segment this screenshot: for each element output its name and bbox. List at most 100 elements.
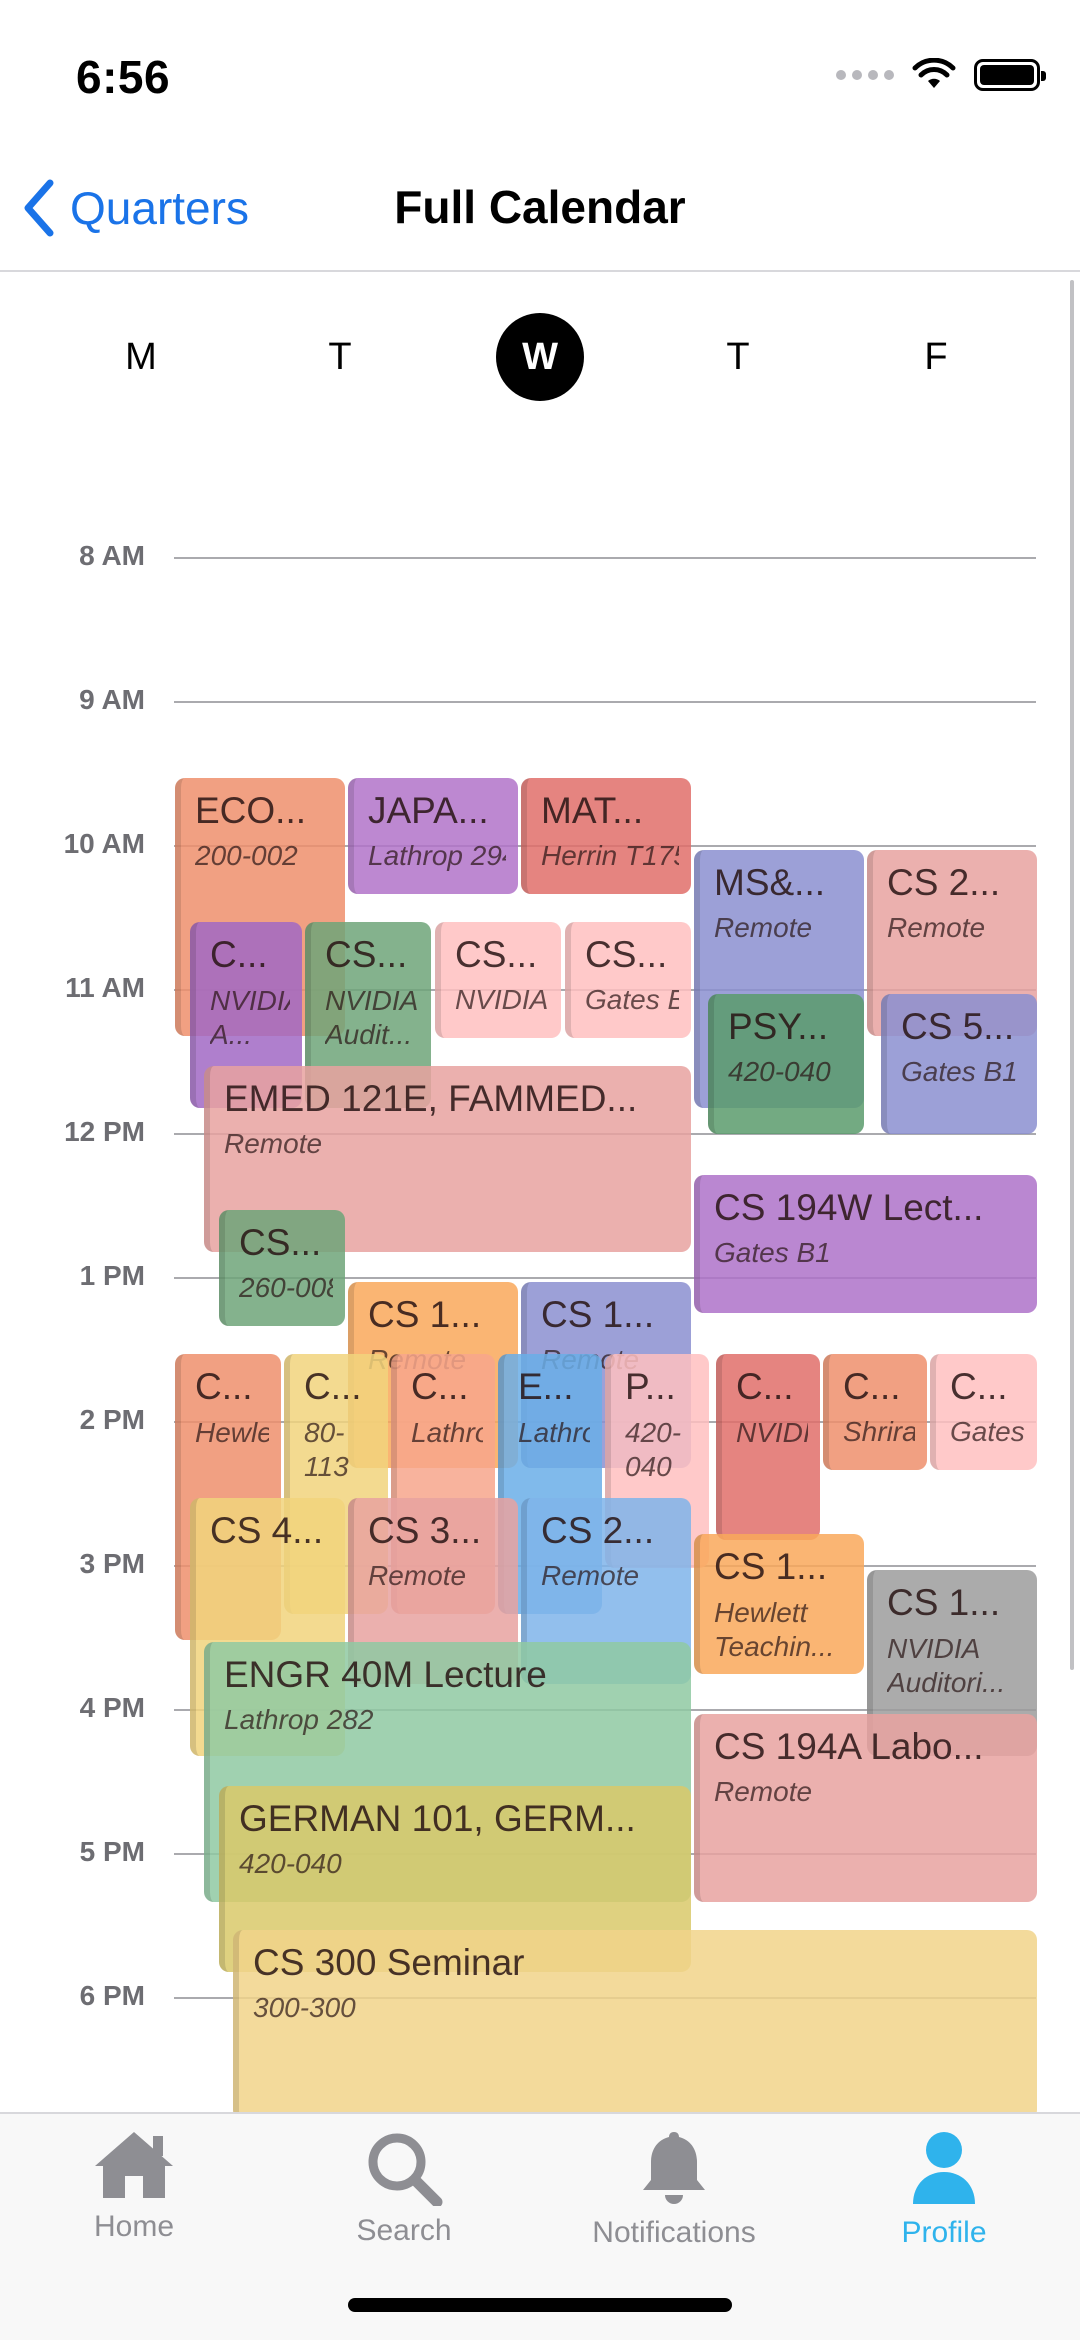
navigation-bar: Quarters Full Calendar (0, 150, 1080, 272)
bell-icon (643, 2132, 705, 2204)
event-block[interactable]: MAT... Herrin T175 (521, 778, 691, 894)
day-header-mon[interactable]: M (91, 312, 191, 402)
event-location: Lathrop 282 (224, 1704, 374, 1735)
event-block[interactable]: CS 194W Lect... Gates B1 (694, 1175, 1037, 1313)
event-location: 420-040 (239, 1848, 342, 1879)
scroll-indicator (1070, 280, 1074, 1670)
event-location: 420-040 (728, 1056, 831, 1087)
time-label: 6 PM (79, 1980, 145, 2011)
tab-label: Notifications (592, 2216, 756, 2249)
event-block[interactable]: CS... NVIDIA Audit... (435, 922, 561, 1038)
event-title: MAT... (541, 790, 644, 831)
event-location: NVIDIA A... (210, 985, 290, 1050)
day-header-tue[interactable]: T (290, 312, 390, 402)
event-location: Hewlett... (195, 1417, 269, 1448)
event-title: CS 1... (541, 1294, 655, 1335)
event-title: CS 1... (368, 1294, 482, 1335)
event-location: 420-040 (625, 1417, 682, 1482)
event-title: ECO... (195, 790, 307, 831)
home-indicator (348, 2298, 732, 2312)
event-title: C... (736, 1366, 794, 1407)
time-label: 12 PM (64, 1116, 145, 1147)
event-block[interactable]: CS 1... Hewlett Teachin... (694, 1534, 864, 1674)
event-title: PSY... (728, 1006, 829, 1047)
event-location: 300-300 (253, 1992, 356, 2023)
time-label: 2 PM (79, 1404, 145, 1435)
event-title: E... (518, 1366, 574, 1407)
event-title: CS... (585, 934, 668, 975)
event-block[interactable]: JAPA... Lathrop 294 (348, 778, 518, 894)
event-location: Shriram (843, 1416, 915, 1447)
event-block[interactable]: CS... Gates B1 (565, 922, 691, 1038)
tab-profile[interactable]: Profile (834, 2128, 1054, 2278)
event-block[interactable]: PSY... 420-040 (708, 994, 864, 1134)
magnifier-icon (368, 2133, 443, 2206)
event-title: CS 1... (887, 1582, 1001, 1623)
event-title: P... (625, 1366, 676, 1407)
event-block[interactable]: CS 194A Labo... Remote (694, 1714, 1037, 1902)
tab-label: Profile (901, 2216, 987, 2249)
event-location: Remote (541, 1560, 640, 1591)
time-label: 3 PM (79, 1548, 145, 1579)
event-title: CS 300 Seminar (253, 1942, 525, 1983)
event-location: Lathrop 294 (368, 840, 506, 871)
event-title: CS... (325, 934, 408, 975)
tab-search[interactable]: Search (294, 2128, 514, 2278)
event-location: Lathrop... (518, 1417, 590, 1448)
event-location: Hewlett Teachin... (714, 1597, 835, 1662)
event-location: Remote (714, 912, 813, 943)
event-title: C... (210, 934, 268, 975)
event-title: CS... (455, 934, 538, 975)
event-block[interactable]: C... NVIDIA... (716, 1354, 820, 1540)
event-title: CS... (239, 1222, 322, 1263)
battery-icon (974, 59, 1046, 91)
event-title: CS 2... (887, 862, 1001, 903)
event-block[interactable]: CS 5... Gates B1 (881, 994, 1037, 1134)
event-location: Remote (714, 1776, 813, 1807)
day-header-fri[interactable]: F (886, 312, 986, 402)
status-icons (836, 58, 1046, 92)
hour-line (174, 557, 1036, 559)
tab-label: Search (356, 2214, 452, 2247)
time-label: 8 AM (79, 540, 145, 571)
event-title: CS 4... (210, 1510, 324, 1551)
tab-home[interactable]: Home (24, 2128, 244, 2278)
event-block[interactable]: C... Gates B1 (930, 1354, 1037, 1470)
day-header-wed-today[interactable]: W (496, 313, 584, 401)
time-label: 11 AM (65, 972, 145, 1003)
event-title: C... (950, 1366, 1008, 1407)
tab-notifications[interactable]: Notifications (564, 2128, 784, 2278)
event-location: NVIDIA Audit... (455, 984, 549, 1015)
event-location: 260-008 (239, 1272, 333, 1303)
event-title: C... (411, 1366, 469, 1407)
event-location: Gates B1 (901, 1056, 1018, 1087)
event-location: Gates B1 (950, 1416, 1025, 1447)
event-title: MS&... (714, 862, 826, 903)
event-title: C... (195, 1366, 253, 1407)
wifi-icon (912, 58, 956, 88)
person-icon (913, 2132, 975, 2204)
event-title: JAPA... (368, 790, 489, 831)
cellular-signal-icon (836, 70, 894, 80)
time-label: 4 PM (79, 1692, 145, 1723)
event-location: NVIDIA... (736, 1417, 808, 1448)
time-label: 1 PM (79, 1260, 145, 1291)
event-title: CS 1... (714, 1546, 828, 1587)
tab-label: Home (93, 2210, 175, 2243)
event-location: Remote (224, 1128, 323, 1159)
time-label: 5 PM (79, 1836, 145, 1867)
event-location: 80-113 (304, 1417, 349, 1482)
event-title: CS 194W Lect... (714, 1187, 984, 1228)
event-title: GERMAN 101, GERM... (239, 1798, 636, 1839)
event-title: C... (304, 1366, 362, 1407)
event-title: CS 3... (368, 1510, 482, 1551)
day-header-thu[interactable]: T (688, 312, 788, 402)
event-location: NVIDIA Audit... (325, 985, 418, 1050)
event-location: Gates B1 (714, 1237, 831, 1268)
event-block[interactable]: C... Shriram (823, 1354, 927, 1470)
event-block[interactable]: CS... 260-008 (219, 1210, 345, 1326)
event-location: 200-002 (195, 840, 298, 871)
time-label: 10 AM (63, 828, 145, 859)
hour-line (174, 701, 1036, 703)
event-block[interactable]: CS 300 Seminar 300-300 (233, 1930, 1037, 2120)
